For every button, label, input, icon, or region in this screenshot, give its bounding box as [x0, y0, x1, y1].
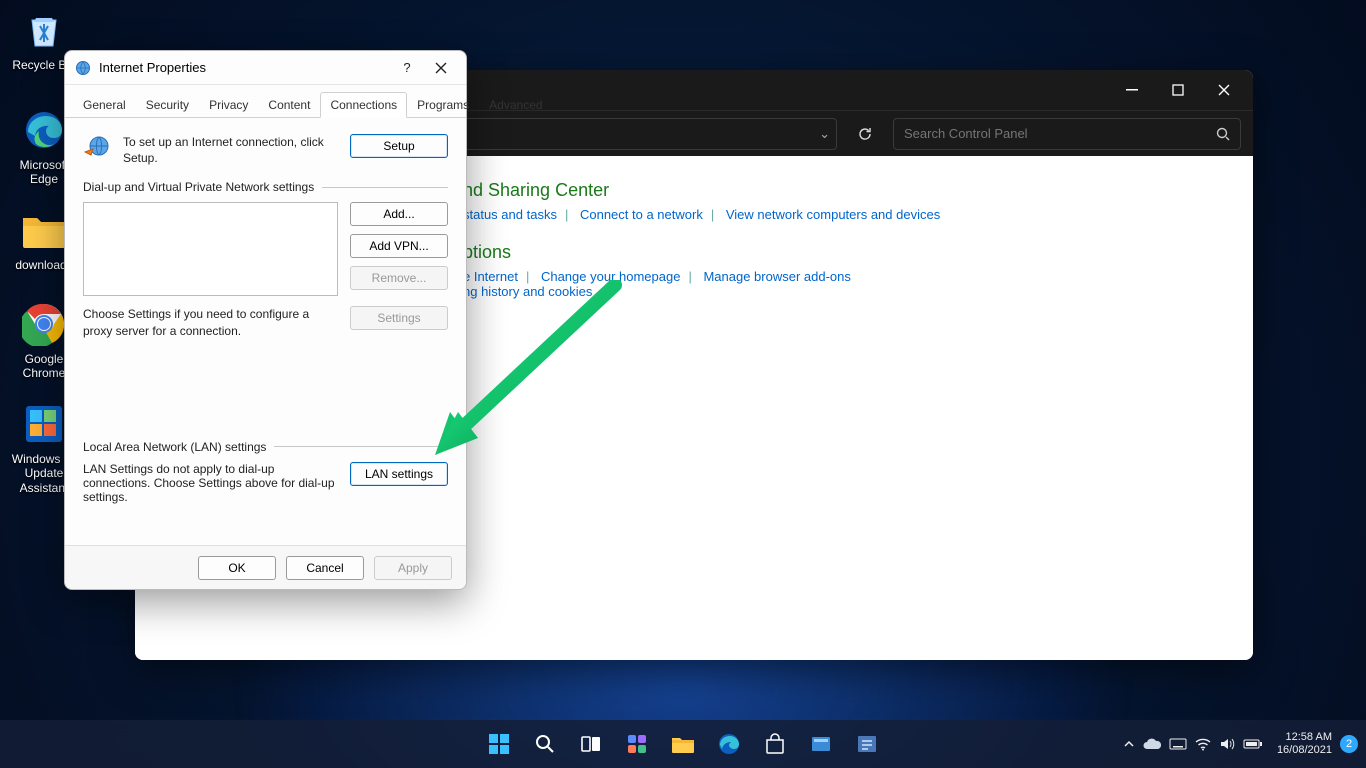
tab-security[interactable]: Security: [136, 92, 199, 118]
cp-link-row: e Internet| Change your homepage| Manage…: [463, 269, 1225, 299]
connection-wizard-icon: [83, 134, 111, 162]
store-button[interactable]: [755, 724, 795, 764]
app-button[interactable]: [801, 724, 841, 764]
help-button[interactable]: ?: [392, 56, 422, 80]
windows-update-icon: [20, 400, 68, 448]
group-lan: Local Area Network (LAN) settings: [83, 440, 448, 454]
cp-link[interactable]: View network computers and devices: [726, 207, 940, 222]
maximize-button[interactable]: [1155, 74, 1201, 106]
notification-badge[interactable]: 2: [1340, 735, 1358, 753]
search-input[interactable]: [904, 126, 1210, 141]
search-button[interactable]: [525, 724, 565, 764]
cp-link[interactable]: e Internet: [463, 269, 518, 284]
cp-link[interactable]: Manage browser add-ons: [703, 269, 850, 284]
app-button-2[interactable]: [847, 724, 887, 764]
lan-settings-button[interactable]: LAN settings: [350, 462, 448, 486]
clock-time: 12:58 AM: [1277, 731, 1332, 744]
keyboard-icon[interactable]: [1169, 738, 1187, 750]
recycle-bin-icon: [20, 6, 68, 54]
refresh-button[interactable]: [851, 120, 879, 148]
wifi-icon[interactable]: [1195, 737, 1211, 751]
setup-button[interactable]: Setup: [350, 134, 448, 158]
internet-properties-dialog: Internet Properties ? General Security P…: [64, 50, 467, 590]
tab-advanced[interactable]: Advanced: [479, 92, 552, 118]
tab-programs[interactable]: Programs: [407, 92, 479, 118]
group-dialup: Dial-up and Virtual Private Network sett…: [83, 180, 448, 194]
cp-link[interactable]: Change your homepage: [541, 269, 681, 284]
dialup-listbox[interactable]: [83, 202, 338, 296]
taskbar: 12:58 AM 16/08/2021 2: [0, 720, 1366, 768]
chevron-down-icon[interactable]: ⌄: [819, 126, 830, 142]
ip-body: To set up an Internet connection, click …: [65, 118, 466, 545]
dialog-title: Internet Properties: [99, 60, 392, 75]
tab-content[interactable]: Content: [258, 92, 320, 118]
tray-chevron-icon[interactable]: [1123, 738, 1135, 750]
taskbar-center: [479, 724, 887, 764]
onedrive-icon[interactable]: [1143, 738, 1161, 750]
taskbar-tray: 12:58 AM 16/08/2021 2: [1123, 720, 1358, 768]
taskbar-clock[interactable]: 12:58 AM 16/08/2021: [1277, 731, 1332, 756]
search-icon: [1216, 127, 1230, 141]
start-button[interactable]: [479, 724, 519, 764]
clock-date: 16/08/2021: [1277, 744, 1332, 757]
cp-link[interactable]: ng history and cookies: [463, 284, 592, 299]
tab-connections[interactable]: Connections: [320, 92, 407, 118]
settings-button: Settings: [350, 306, 448, 330]
add-vpn-button[interactable]: Add VPN...: [350, 234, 448, 258]
tab-general[interactable]: General: [73, 92, 136, 118]
folder-icon: [20, 206, 68, 254]
tab-privacy[interactable]: Privacy: [199, 92, 258, 118]
cp-link[interactable]: status and tasks: [463, 207, 557, 222]
file-explorer-button[interactable]: [663, 724, 703, 764]
lan-note: LAN Settings do not apply to dial-up con…: [83, 462, 338, 504]
setup-text: To set up an Internet connection, click …: [123, 134, 338, 166]
task-view-button[interactable]: [571, 724, 611, 764]
cp-link[interactable]: Connect to a network: [580, 207, 703, 222]
edge-taskbar-button[interactable]: [709, 724, 749, 764]
remove-button: Remove...: [350, 266, 448, 290]
internet-options-icon: [75, 60, 91, 76]
edge-icon: [20, 106, 68, 154]
cp-link-row: status and tasks| Connect to a network| …: [463, 207, 1225, 222]
add-button[interactable]: Add...: [350, 202, 448, 226]
volume-icon[interactable]: [1219, 737, 1235, 751]
close-button[interactable]: [1201, 74, 1247, 106]
ip-footer: OK Cancel Apply: [65, 545, 466, 589]
search-box[interactable]: [893, 118, 1241, 150]
minimize-button[interactable]: [1109, 74, 1155, 106]
cp-section-heading: ptions: [463, 242, 1225, 263]
apply-button: Apply: [374, 556, 452, 580]
proxy-note: Choose Settings if you need to configure…: [83, 306, 338, 340]
battery-icon[interactable]: [1243, 738, 1263, 750]
ip-tabs: General Security Privacy Content Connect…: [65, 85, 466, 118]
chrome-icon: [20, 300, 68, 348]
close-button[interactable]: [426, 56, 456, 80]
cancel-button[interactable]: Cancel: [286, 556, 364, 580]
ok-button[interactable]: OK: [198, 556, 276, 580]
ip-titlebar[interactable]: Internet Properties ?: [65, 51, 466, 85]
widgets-button[interactable]: [617, 724, 657, 764]
cp-section-heading: nd Sharing Center: [463, 180, 1225, 201]
